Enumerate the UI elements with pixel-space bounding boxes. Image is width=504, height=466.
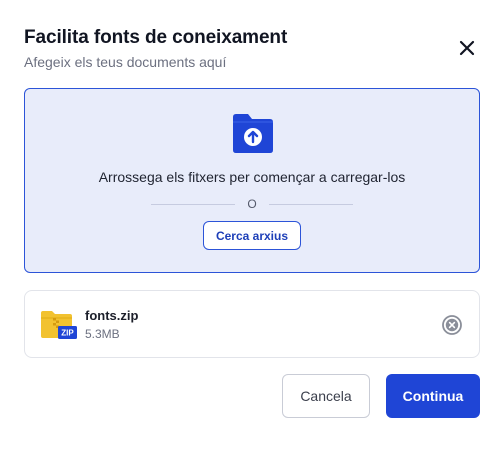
browse-files-button[interactable]: Cerca arxius <box>203 221 301 250</box>
zip-file-icon: ZIP <box>41 311 77 339</box>
remove-file-button[interactable] <box>441 314 463 336</box>
remove-circle-icon <box>442 315 462 335</box>
folder-upload-icon <box>233 114 273 153</box>
cancel-button[interactable]: Cancela <box>282 374 370 418</box>
file-dropzone[interactable]: Arrossega els fitxers per començar a car… <box>24 88 480 273</box>
divider-line-right <box>268 203 353 205</box>
file-name: fonts.zip <box>85 308 139 323</box>
divider-text: O <box>247 197 257 211</box>
file-size: 5.3MB <box>85 327 120 341</box>
or-divider: O <box>151 197 353 211</box>
continue-button[interactable]: Continua <box>386 374 480 418</box>
dropzone-instruction: Arrossega els fitxers per començar a car… <box>98 169 406 185</box>
zip-badge-text: ZIP <box>61 329 74 338</box>
close-button[interactable] <box>456 37 478 59</box>
divider-line-left <box>151 203 236 205</box>
dialog-title: Facilita fonts de coneixament <box>24 27 288 48</box>
close-icon <box>459 40 475 56</box>
uploaded-file-card: ZIP fonts.zip 5.3MB <box>24 290 480 358</box>
dialog-subtitle: Afegeix els teus documents aquí <box>24 54 227 70</box>
